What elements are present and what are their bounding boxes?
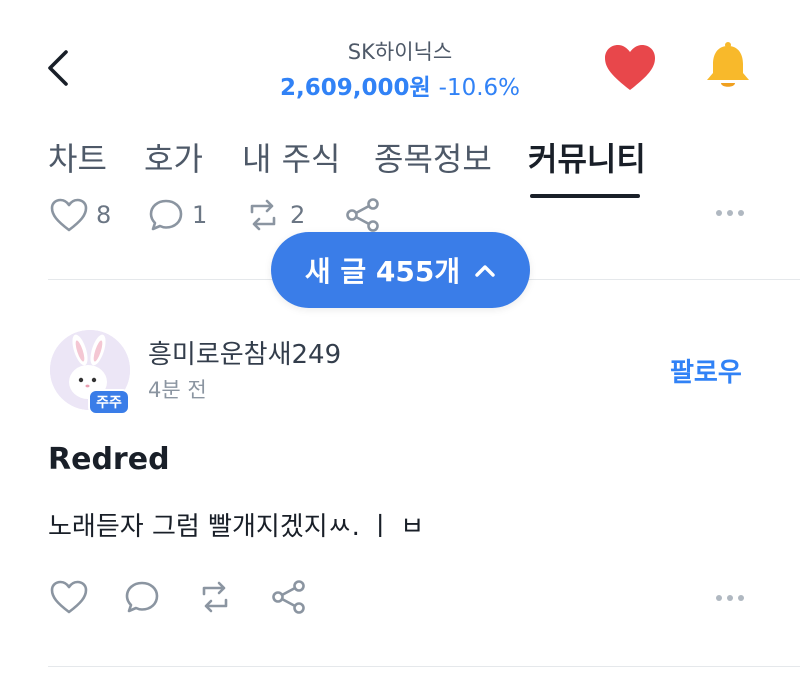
price-change: -10.6% — [438, 75, 521, 101]
stock-header: SK하이닉스 2,609,000원 -10.6% — [0, 0, 800, 120]
like-button[interactable] — [50, 580, 88, 614]
new-posts-label: 새 글 455개 — [304, 255, 461, 288]
more-dot — [716, 210, 722, 216]
notification-button[interactable] — [702, 40, 754, 92]
comment-icon — [149, 199, 183, 231]
heart-outline-icon — [50, 580, 88, 614]
favorite-button[interactable] — [604, 44, 656, 92]
comment-button[interactable] — [124, 580, 160, 614]
share-button[interactable] — [270, 580, 308, 614]
like-count: 8 — [96, 201, 112, 229]
more-options-button[interactable] — [716, 595, 744, 601]
tab-chart[interactable]: 차트 — [48, 134, 107, 180]
more-dot — [738, 210, 744, 216]
post-actions — [0, 580, 800, 624]
repost-icon — [250, 199, 276, 231]
price-line: 2,609,000원 -10.6% — [0, 68, 800, 102]
more-dot — [716, 595, 722, 601]
post-time: 4분 전 — [148, 378, 207, 402]
stock-name: SK하이닉스 — [347, 40, 453, 64]
stock-price: 2,609,000원 — [279, 75, 431, 101]
like-button[interactable]: 8 — [50, 198, 111, 232]
chevron-up-icon — [475, 265, 495, 277]
share-icon — [346, 198, 379, 232]
more-dot — [738, 595, 744, 601]
heart-outline-icon — [50, 198, 88, 232]
tab-orderbook[interactable]: 호가 — [144, 134, 203, 180]
tab-bar: 차트 호가 내 주식 종목정보 커뮤니티 — [0, 120, 800, 198]
repost-button[interactable]: 2 — [244, 198, 305, 232]
comment-button[interactable]: 1 — [148, 198, 207, 232]
tab-my-stock[interactable]: 내 주식 — [242, 134, 341, 180]
post-body: 노래듣자 그럼 빨개지겠지ㅆ. ㅣ ㅂ — [48, 512, 425, 542]
comment-icon — [125, 581, 159, 613]
more-dot — [727, 595, 733, 601]
more-dot — [727, 210, 733, 216]
post-divider — [48, 666, 800, 667]
tab-stock-info[interactable]: 종목정보 — [374, 134, 492, 180]
follow-button[interactable]: 팔로우 — [670, 352, 742, 389]
tab-community[interactable]: 커뮤니티 — [528, 134, 646, 180]
new-posts-button[interactable]: 새 글 455개 — [271, 232, 530, 308]
repost-count: 2 — [290, 201, 306, 229]
shareholder-badge: 주주 — [88, 389, 130, 415]
repost-icon — [202, 581, 228, 613]
post-author[interactable]: 흥미로운참새249 — [148, 334, 341, 371]
comment-count: 1 — [192, 201, 208, 229]
bell-icon — [707, 42, 749, 87]
heart-icon — [605, 45, 655, 90]
share-button[interactable] — [344, 198, 382, 232]
post-title: Redred — [48, 442, 170, 477]
share-icon — [272, 580, 305, 614]
repost-button[interactable] — [196, 580, 234, 614]
more-options-button[interactable] — [716, 210, 744, 216]
